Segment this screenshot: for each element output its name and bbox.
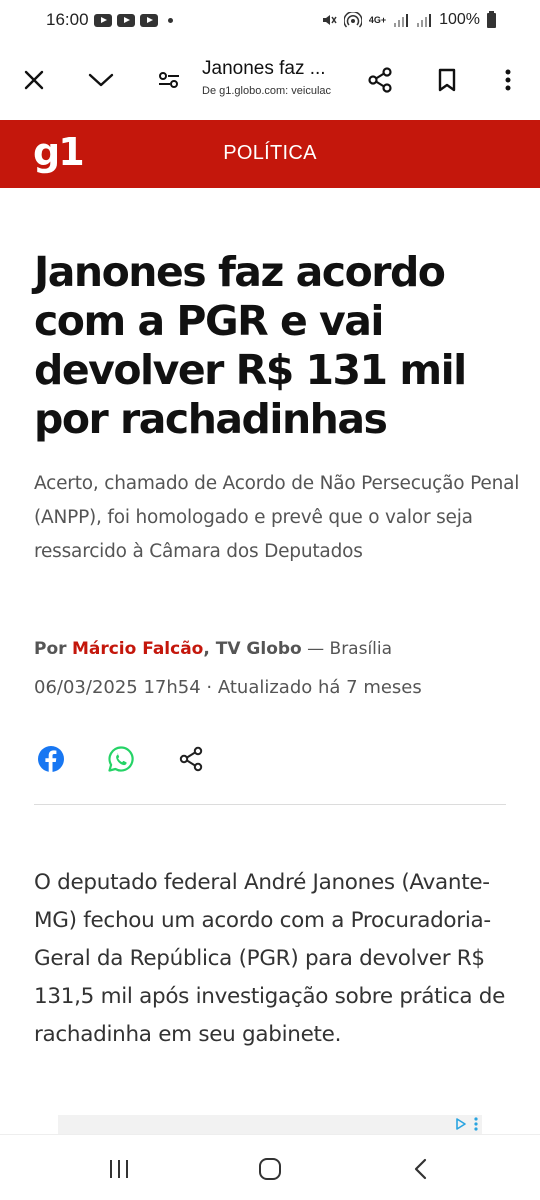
article-subheadline: Acerto, chamado de Acordo de Não Persecu… (34, 473, 520, 562)
section-label[interactable]: POLÍTICA (0, 142, 540, 165)
system-navigation-bar (0, 1134, 540, 1200)
ad-banner[interactable] (58, 1115, 482, 1135)
facebook-share-button[interactable] (34, 742, 68, 776)
page-settings-button[interactable] (147, 58, 191, 102)
byline-location: — Brasília (301, 639, 393, 659)
home-button[interactable] (250, 1149, 290, 1189)
byline: Por Márcio Falcão, TV Globo — Brasília (34, 639, 392, 659)
share-button[interactable] (174, 742, 208, 776)
battery-icon (487, 10, 496, 28)
network-type-label: 4G+ (368, 15, 387, 25)
more-options-button[interactable] (486, 58, 530, 102)
site-header: g1 POLÍTICA (0, 120, 540, 188)
close-icon (24, 70, 44, 90)
minimize-button[interactable] (79, 58, 123, 102)
share-row (34, 742, 234, 776)
bookmark-button[interactable] (425, 58, 469, 102)
recents-button[interactable] (99, 1149, 139, 1189)
divider (34, 804, 506, 805)
adchoices-icon (456, 1118, 466, 1130)
byline-org: , TV Globo (203, 639, 302, 659)
page-title-area[interactable]: Janones faz ... De g1.globo.com: veicula… (202, 58, 350, 97)
page-title: Janones faz ... (202, 58, 326, 79)
more-notifications-icon (167, 17, 173, 23)
more-vert-icon (474, 1117, 478, 1131)
youtube-notification-icon (139, 13, 158, 27)
home-icon (259, 1158, 281, 1180)
back-button[interactable] (400, 1149, 440, 1189)
ad-choices[interactable] (454, 1117, 478, 1131)
status-bar: 16:00 4G+ 100% (0, 0, 540, 40)
youtube-notification-icon (93, 13, 112, 27)
hotspot-icon (343, 12, 362, 28)
whatsapp-share-button[interactable] (104, 742, 138, 776)
recents-icon (110, 1160, 128, 1178)
page-source: De g1.globo.com: veiculac (202, 85, 332, 97)
page-settings-icon (159, 72, 179, 88)
mute-icon (322, 15, 337, 25)
article-body-paragraph: O deputado federal André Janones (Avante… (34, 870, 506, 1047)
battery-percent: 100% (439, 11, 480, 28)
close-button[interactable] (12, 58, 56, 102)
status-time: 16:00 (46, 10, 89, 29)
bookmark-icon (438, 68, 456, 92)
byline-prefix: Por (34, 639, 67, 659)
facebook-icon (38, 746, 64, 772)
share-page-button[interactable] (358, 58, 402, 102)
back-icon (414, 1158, 427, 1180)
share-icon (179, 746, 203, 772)
browser-toolbar: Janones faz ... De g1.globo.com: veicula… (0, 40, 540, 120)
signal-icon (394, 14, 409, 27)
more-vert-icon (505, 69, 511, 91)
youtube-notification-icon (116, 13, 135, 27)
author-link[interactable]: Márcio Falcão (72, 639, 203, 659)
whatsapp-icon (108, 746, 134, 772)
article-dateline: 06/03/2025 17h54 · Atualizado há 7 meses (34, 677, 422, 698)
article-headline: Janones faz acordo com a PGR e vai devol… (34, 248, 467, 443)
signal-icon (417, 14, 432, 27)
share-icon (368, 67, 392, 93)
chevron-down-icon (88, 73, 114, 87)
